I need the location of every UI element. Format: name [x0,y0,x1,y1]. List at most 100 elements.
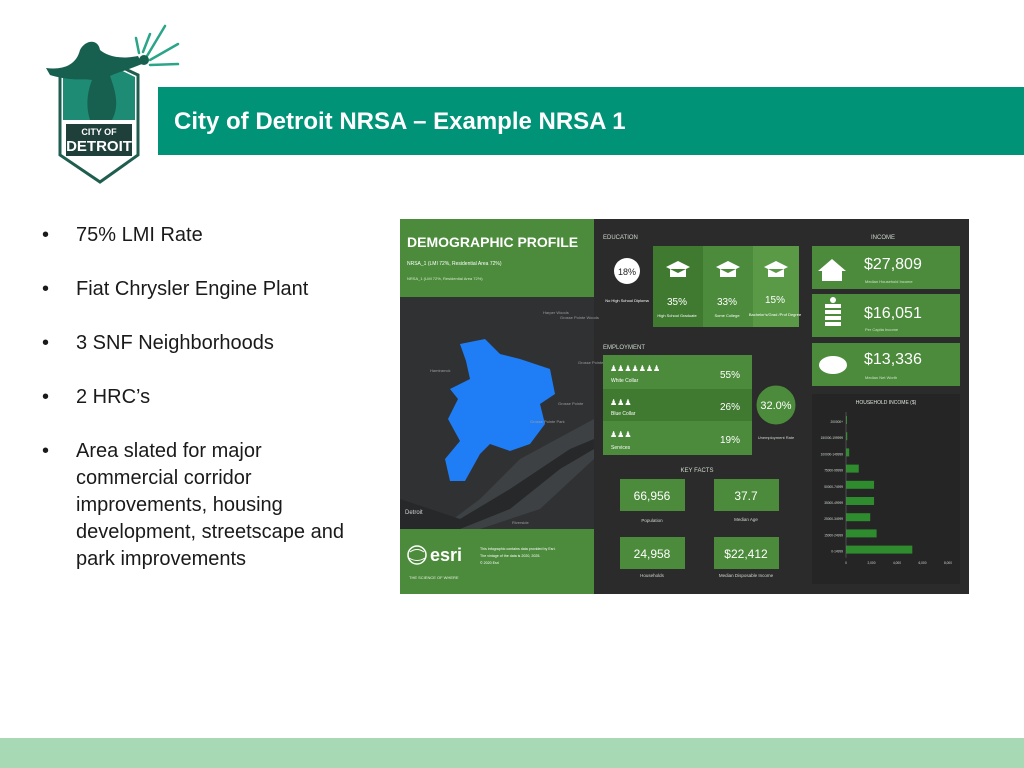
chart-category-label: 35000-49999 [824,501,843,505]
logo-text-detroit: DETROIT [66,138,132,155]
employment-label: Blue Collar [611,411,636,417]
infographic-subtitle: NRSA_1 (LMI 72%, Residential Area 72%) [407,261,502,267]
map-label: Detroit [405,510,423,516]
education-pct: 35% [667,297,687,308]
people-icons: ♟♟♟ [610,398,632,407]
chart-bar [846,480,875,489]
infographic-title: DEMOGRAPHIC PROFILE [407,234,578,250]
employment-pct: 19% [720,435,740,446]
chart-tick-label: 2,000 [868,561,876,565]
income-value: $27,809 [864,256,922,273]
esri-logo-text: esri [430,545,462,565]
key-facts-block: 66,956 37.7 24,958 $22,412 Population Me… [620,479,779,578]
chart-bar [846,497,875,505]
income-block: $27,809 $16,051 $13,336 Median Household… [812,246,960,386]
chart-bar [846,448,850,457]
bullet-text: 3 SNF Neighborhoods [76,332,274,354]
chart-tick-label: 4,000 [893,561,901,565]
logo-text-city-of: CITY OF [81,127,117,137]
education-pct: 15% [765,295,785,306]
chart-tick-label: 8,000 [944,561,952,565]
map-label: Hamtramck [430,368,450,373]
unemployment-label: Unemployment Rate [758,435,795,440]
esri-note: © 2020 Esri [480,561,499,565]
bullet-item: • 75% LMI Rate [40,222,360,249]
chart-category-label: 0-14999 [831,550,843,554]
bullet-text: 2 HRC’s [76,386,151,408]
chart-tick-label: 6,000 [919,561,927,565]
key-facts-heading: KEY FACTS [681,468,714,474]
bullet-item: • 3 SNF Neighborhoods [40,330,360,357]
education-label: No High School Diploma [605,298,649,303]
people-icons: ♟♟♟ [610,430,632,439]
income-label: Median Household Income [865,279,913,284]
income-label: Median Net Worth [865,375,897,380]
bullet-marker: • [42,224,50,246]
esri-note: This infographic contains data provided … [480,547,556,551]
employment-label: White Collar [611,378,639,384]
title-band: City of Detroit NRSA – Example NRSA 1 [158,87,1024,155]
map-label: Riverside [512,520,529,525]
esri-note: The vintage of the data is 2020, 2025. [480,554,540,558]
chart-category-label: 200000+ [831,420,844,424]
chart-bar [846,513,871,522]
bullet-text: Area slated for major commercial corrido… [76,440,344,570]
slide-title: City of Detroit NRSA – Example NRSA 1 [174,108,626,135]
chart-bar [846,545,913,554]
chart-bar [846,464,859,473]
education-label: Some College [714,313,740,318]
employment-pct: 26% [720,402,740,413]
bullet-item: • 2 HRC’s [40,384,360,411]
demographic-infographic: DEMOGRAPHIC PROFILE NRSA_1 (LMI 72%, Res… [400,219,969,594]
employment-heading: EMPLOYMENT [603,345,645,351]
key-fact-label: Population [641,518,663,523]
chart-title: HOUSEHOLD INCOME ($) [856,400,917,406]
income-heading: INCOME [871,235,895,241]
key-fact-label: Median Disposable Income [719,573,774,578]
chart-category-label: 50000-74999 [824,485,843,489]
map-label: Grosse Pointe Woods [560,315,599,320]
bullet-marker: • [42,440,50,462]
employment-pct: 55% [720,370,740,381]
key-fact-value: 24,958 [634,547,671,561]
education-label: Bachelor's/Grad /Prof Degree [749,312,802,317]
income-label: Per Capita Income [865,327,899,332]
title-panel [400,219,594,297]
bullet-text: 75% LMI Rate [76,224,203,246]
map-label: Grosse Pointe Park [530,419,565,424]
infographic-subtitle-2: NRSA_1 (LMI 72%, Residential Area 72%) [407,276,483,281]
chart-category-label: 75000-99999 [824,469,843,473]
bullet-item: • Area slated for major commercial corrid… [40,438,360,573]
education-label: High School Graduate [657,313,697,318]
bullet-text: Fiat Chrysler Engine Plant [76,278,309,300]
chart-category-label: 100000-149999 [821,452,844,456]
education-block: 18% 35% 33% 15% No High School Diploma H… [603,246,802,327]
income-value: $16,051 [864,305,922,322]
chart-category-label: 15000-24999 [824,533,843,537]
nrsa-map: Harper Woods Grosse Pointe Woods Grosse … [400,297,616,529]
education-pct: 33% [717,297,737,308]
income-value: $13,336 [864,351,922,368]
bullet-marker: • [42,386,50,408]
bullet-list: • 75% LMI Rate • Fiat Chrysler Engine Plan… [40,222,360,600]
bullet-marker: • [42,278,50,300]
key-fact-value: $22,412 [724,547,768,561]
chart-tick-label: 0 [845,561,847,565]
key-fact-value: 66,956 [634,489,671,503]
key-fact-label: Median Age [734,517,758,522]
key-fact-value: 37.7 [734,489,758,503]
chart-category-label: 150000-199999 [821,436,844,440]
people-icons: ♟♟♟♟♟♟♟ [610,364,660,373]
education-pct: 18% [618,267,636,277]
key-fact-label: Households [640,573,665,578]
bullet-marker: • [42,332,50,354]
map-label: Grosse Pointe [558,401,584,406]
unemployment-value: 32.0% [760,400,791,412]
education-heading: EDUCATION [603,235,638,241]
piggy-bank-icon [819,356,847,374]
esri-tagline: THE SCIENCE OF WHERE [409,575,459,580]
bullet-item: • Fiat Chrysler Engine Plant [40,276,360,303]
employment-label: Services [611,445,631,451]
chart-bar [846,529,877,538]
chart-category-label: 25000-34999 [824,517,843,521]
